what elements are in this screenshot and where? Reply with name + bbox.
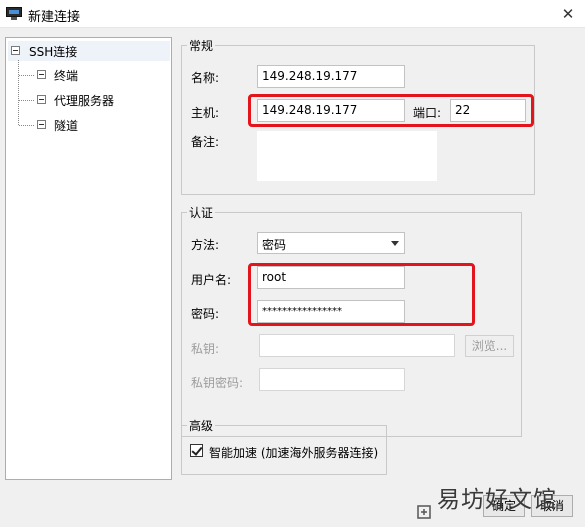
notes-textarea[interactable] — [257, 131, 437, 181]
host-port-highlight — [248, 94, 534, 127]
dialog-body: SSH连接 终端 代理服务器 隧道 常规 名称: 149.248.19.177 … — [0, 28, 585, 527]
tree-item-ssh[interactable]: SSH连接 — [8, 41, 170, 61]
collapse-icon[interactable] — [37, 70, 46, 79]
method-label: 方法: — [191, 238, 220, 252]
connection-tree: SSH连接 终端 代理服务器 隧道 — [5, 37, 172, 480]
terminal-app-icon — [6, 7, 22, 20]
chevron-down-icon — [391, 241, 399, 246]
name-label: 名称: — [191, 71, 220, 85]
notes-label: 备注: — [191, 135, 220, 149]
method-select[interactable]: 密码 — [257, 232, 405, 254]
password-label: 密码: — [191, 307, 220, 321]
close-button[interactable]: ✕ — [551, 0, 585, 28]
credentials-highlight — [248, 263, 475, 326]
tree-connector — [19, 125, 34, 126]
method-selected-value: 密码 — [262, 238, 287, 252]
watermark-logo-icon — [417, 505, 431, 519]
smart-accel-checkbox[interactable] — [190, 444, 203, 457]
tree-connector — [18, 60, 19, 125]
tree-connector — [19, 100, 34, 101]
collapse-icon[interactable] — [37, 95, 46, 104]
tree-item-proxy[interactable]: 代理服务器 — [54, 92, 114, 109]
collapse-icon[interactable] — [11, 46, 20, 55]
smart-accel-label[interactable]: 智能加速 (加速海外服务器连接) — [209, 444, 378, 461]
window-title: 新建连接 — [28, 10, 81, 25]
key-password-field — [259, 368, 405, 391]
tree-item-tunnel[interactable]: 隧道 — [54, 117, 78, 134]
browse-button: 浏览... — [465, 335, 514, 357]
name-field[interactable]: 149.248.19.177 — [257, 65, 405, 88]
tree-item-terminal[interactable]: 终端 — [54, 67, 78, 84]
watermark-text: 易坊好文馆 — [437, 487, 557, 513]
collapse-icon[interactable] — [37, 120, 46, 129]
host-label: 主机: — [191, 106, 220, 120]
key-password-label: 私钥密码: — [191, 376, 244, 390]
private-key-label: 私钥: — [191, 342, 220, 356]
general-group-title: 常规 — [187, 37, 216, 54]
tree-item-label: SSH连接 — [29, 45, 78, 59]
title-bar: 新建连接 ✕ — [0, 0, 585, 28]
auth-group-title: 认证 — [187, 204, 216, 221]
advanced-group-title: 高级 — [187, 417, 216, 434]
private-key-field — [259, 334, 455, 357]
tree-connector — [19, 75, 34, 76]
username-label: 用户名: — [191, 273, 232, 287]
